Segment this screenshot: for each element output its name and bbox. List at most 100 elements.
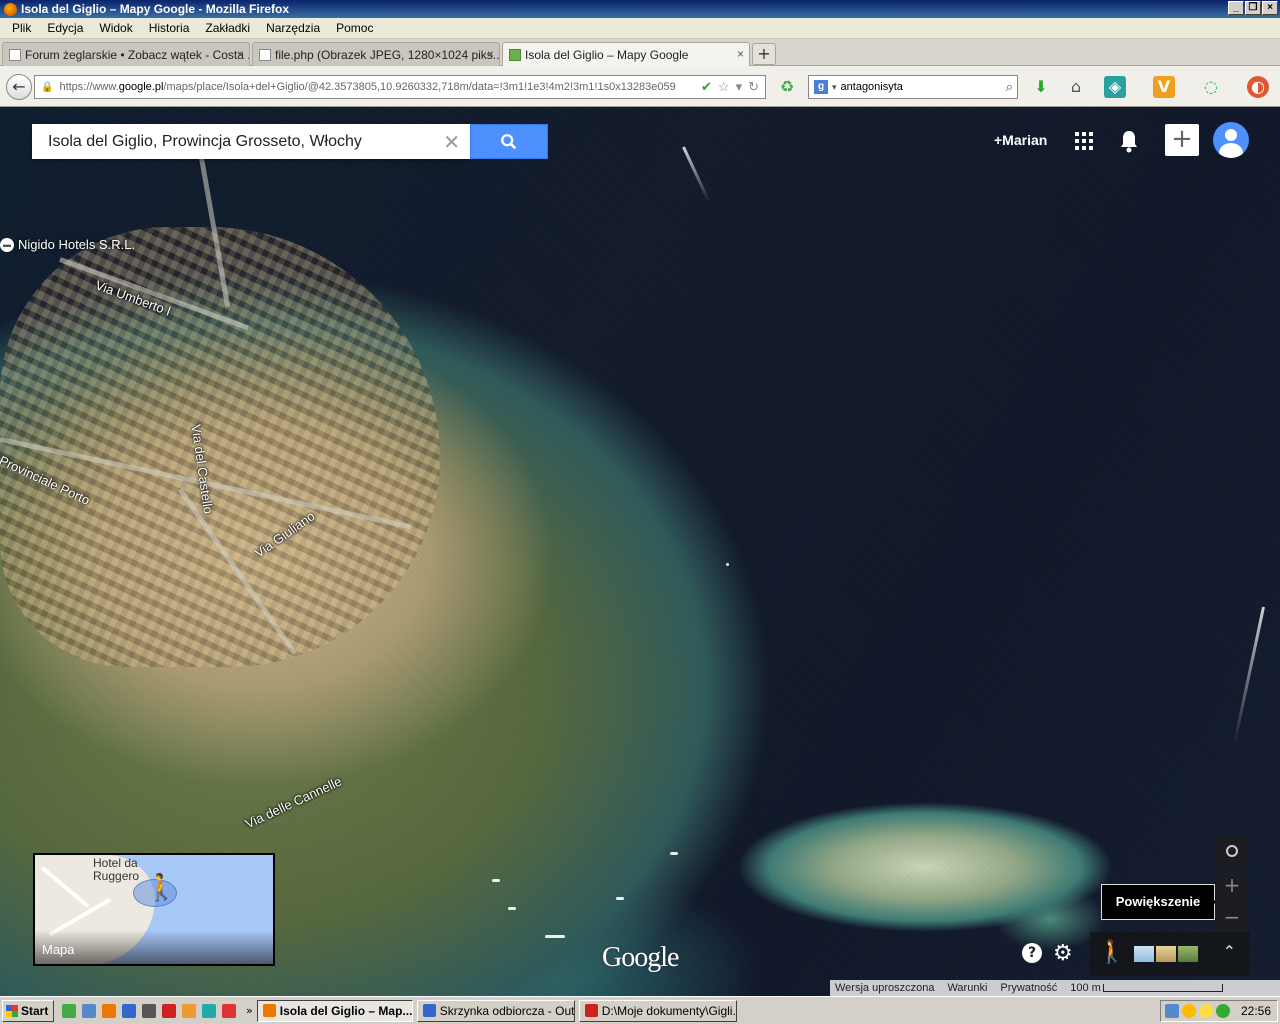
quicklaunch-app-icon[interactable] xyxy=(222,1003,236,1018)
poi-label: Nigido Hotels S.R.L. xyxy=(18,237,136,252)
pegman-icon[interactable]: 🚶 xyxy=(145,873,177,903)
restore-button[interactable]: ❐ xyxy=(1245,1,1261,15)
layer-thumb-satellite[interactable] xyxy=(1178,946,1198,962)
feedly-icon[interactable]: ◈ xyxy=(1104,76,1126,98)
tray-app-icon[interactable] xyxy=(1215,1004,1230,1018)
url-prefix: https://www. xyxy=(59,81,119,93)
menu-view[interactable]: Widok xyxy=(91,21,140,35)
addon-v-icon[interactable]: V xyxy=(1153,76,1175,98)
task-label: Skrzynka odbiorcza - Out... xyxy=(439,1003,575,1018)
forum-favicon-icon xyxy=(9,48,21,61)
maps-search-button[interactable] xyxy=(470,124,548,159)
addon-recycle-icon[interactable]: ♻ xyxy=(776,76,798,98)
boat xyxy=(616,897,624,900)
check-icon[interactable]: ✔ xyxy=(701,79,712,95)
quick-launch xyxy=(62,1003,236,1018)
menu-file[interactable]: Plik xyxy=(4,21,39,35)
quicklaunch-more-icon[interactable]: » xyxy=(246,1004,253,1017)
network-icon[interactable] xyxy=(1164,1004,1179,1018)
window-title: Isola del Giglio – Mapy Google - Mozilla… xyxy=(21,2,290,16)
dropdown-arrow-icon[interactable]: ▾ xyxy=(736,79,743,95)
url-path: /maps/place/Isola+del+Giglio/@42.3573805… xyxy=(163,81,676,93)
download-icon[interactable]: ⬇ xyxy=(1030,76,1052,98)
terms-link[interactable]: Warunki xyxy=(942,982,995,994)
close-button[interactable]: × xyxy=(1262,1,1278,15)
user-profile-link[interactable]: +Marian xyxy=(994,132,1047,148)
tray-app-icon[interactable] xyxy=(1198,1004,1213,1018)
poi-hotel[interactable]: ▬ Nigido Hotels S.R.L. xyxy=(0,237,135,252)
lite-mode-link[interactable]: Wersja uproszczona xyxy=(830,982,942,994)
tab-close-icon[interactable]: × xyxy=(237,47,244,61)
clock[interactable]: 22:56 xyxy=(1241,1004,1271,1018)
minimize-button[interactable]: _ xyxy=(1228,1,1244,15)
tab-close-icon[interactable]: × xyxy=(487,47,494,61)
clear-search-icon[interactable]: ✕ xyxy=(443,130,460,154)
engine-dropdown-icon[interactable]: ▾ xyxy=(832,82,837,93)
google-engine-icon[interactable]: g xyxy=(814,80,828,94)
quicklaunch-opera-icon[interactable] xyxy=(162,1003,176,1018)
quicklaunch-app-icon[interactable] xyxy=(142,1003,156,1018)
maps-search-box: ✕ xyxy=(32,124,470,159)
outlook-icon xyxy=(422,1004,436,1017)
maps-search-input[interactable] xyxy=(32,125,432,158)
search-engine-box[interactable]: g ▾ antagonisyta ⌕ xyxy=(808,75,1018,99)
url-bar[interactable]: 🔒 https://www. google.pl/maps/place/Isola… xyxy=(34,75,766,99)
menu-tools[interactable]: Narzędzia xyxy=(258,21,328,35)
hotel-bed-icon: ▬ xyxy=(0,237,14,252)
share-plus-button[interactable]: + xyxy=(1165,124,1199,156)
task-label: Isola del Giglio – Map... xyxy=(279,1003,413,1018)
map-canvas[interactable]: ▬ Nigido Hotels S.R.L. Via Umberto I Via… xyxy=(0,107,1280,996)
minimap[interactable]: Hotel da Ruggero 🚶 Mapa xyxy=(33,853,275,966)
tab-google-maps[interactable]: Isola del Giglio – Mapy Google × xyxy=(502,42,750,67)
task-explorer[interactable]: D:\Moje dokumenty\Gigli... xyxy=(578,999,737,1022)
task-outlook[interactable]: Skrzynka odbiorcza - Out... xyxy=(416,999,575,1022)
home-icon[interactable]: ⌂ xyxy=(1065,76,1087,98)
reload-icon[interactable]: ↻ xyxy=(748,79,759,95)
apps-grid-icon[interactable] xyxy=(1075,132,1093,150)
menu-edit[interactable]: Edycja xyxy=(39,21,91,35)
expand-chevron-icon[interactable]: ⌃ xyxy=(1223,942,1236,961)
notifications-bell-icon[interactable] xyxy=(1118,129,1140,153)
tray-app-icon[interactable] xyxy=(1181,1004,1196,1018)
layer-thumb-terrain[interactable] xyxy=(1156,946,1176,962)
menu-help[interactable]: Pomoc xyxy=(328,21,381,35)
window-titlebar: Isola del Giglio – Mapy Google - Mozilla… xyxy=(0,0,1280,18)
tab-label: Forum żeglarskie • Zobacz wątek - Costa … xyxy=(25,47,250,62)
scale-bar xyxy=(1102,984,1223,992)
street-view-pegman-icon[interactable]: 🚶 xyxy=(1098,940,1125,965)
duckduckgo-icon[interactable]: ◐ xyxy=(1247,76,1269,98)
quicklaunch-app-icon[interactable] xyxy=(202,1003,216,1018)
menu-history[interactable]: Historia xyxy=(141,21,198,35)
boat xyxy=(545,935,565,938)
menu-bookmarks[interactable]: Zakładki xyxy=(197,21,258,35)
task-firefox[interactable]: Isola del Giglio – Map... xyxy=(256,999,413,1022)
firefox-icon xyxy=(4,2,17,16)
help-icon[interactable]: ? xyxy=(1022,943,1042,963)
settings-gear-icon[interactable]: ⚙ xyxy=(1053,941,1073,966)
tab-forum[interactable]: Forum żeglarskie • Zobacz wątek - Costa … xyxy=(2,42,250,66)
location-target-icon xyxy=(1226,845,1238,857)
start-button[interactable]: Start xyxy=(2,999,54,1022)
my-location-button[interactable] xyxy=(1216,835,1248,867)
search-icon xyxy=(501,133,517,149)
quicklaunch-app-icon[interactable] xyxy=(82,1003,96,1018)
quicklaunch-app-icon[interactable] xyxy=(62,1003,76,1018)
quicklaunch-firefox-icon[interactable] xyxy=(102,1003,116,1018)
avatar[interactable] xyxy=(1213,122,1249,158)
back-button[interactable]: ← xyxy=(6,74,32,100)
quicklaunch-app-icon[interactable] xyxy=(182,1003,196,1018)
lock-icon: 🔒 xyxy=(41,81,54,93)
search-magnifier-icon[interactable]: ⌕ xyxy=(1006,79,1013,95)
tab-label: Isola del Giglio – Mapy Google xyxy=(525,48,689,62)
boat xyxy=(726,563,729,566)
window-controls: _ ❐ × xyxy=(1228,1,1278,15)
new-tab-button[interactable]: + xyxy=(752,43,776,65)
privacy-link[interactable]: Prywatność xyxy=(995,982,1065,994)
tab-close-icon[interactable]: × xyxy=(737,47,744,61)
bookmark-star-icon[interactable]: ☆ xyxy=(718,79,730,95)
quicklaunch-app-icon[interactable] xyxy=(122,1003,136,1018)
layer-thumb-map[interactable] xyxy=(1134,946,1154,962)
addon-ring-icon[interactable]: ◌ xyxy=(1200,76,1222,98)
tab-file-jpeg[interactable]: file.php (Obrazek JPEG, 1280×1024 piks..… xyxy=(252,42,500,66)
url-domain: google.pl xyxy=(118,81,164,93)
